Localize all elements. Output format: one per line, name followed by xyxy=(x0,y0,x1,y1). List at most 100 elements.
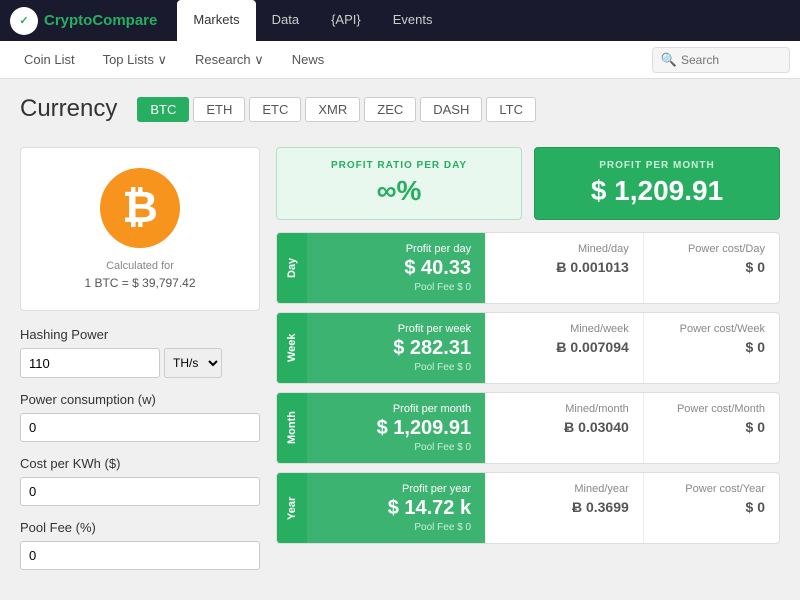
mined-value: Ƀ 0.001013 xyxy=(500,259,629,275)
power-cost-section: Power cost/Month $ 0 xyxy=(643,393,779,463)
profit-title: Profit per year xyxy=(321,483,471,495)
left-panel: ₿ Calculated for 1 BTC = $ 39,797.42 Has… xyxy=(20,147,260,584)
power-consumption-section: Power consumption (w) xyxy=(20,392,260,442)
profit-title: Profit per day xyxy=(321,243,471,255)
data-rows: Day Profit per day $ 40.33 Pool Fee $ 0 … xyxy=(276,232,780,544)
tab-btc[interactable]: BTC xyxy=(137,97,189,122)
nav-markets[interactable]: Markets xyxy=(177,0,255,41)
mined-section: Mined/week Ƀ 0.007094 xyxy=(485,313,643,383)
power-cost-label: Power cost/Year xyxy=(658,483,765,495)
period-label: Year xyxy=(277,473,307,543)
tab-zec[interactable]: ZEC xyxy=(364,97,416,122)
hashing-power-unit-select[interactable]: TH/s GH/s MH/s xyxy=(164,348,222,378)
tab-xmr[interactable]: XMR xyxy=(305,97,360,122)
hashing-power-section: Hashing Power TH/s GH/s MH/s xyxy=(20,327,260,378)
top-navigation: ✓ CryptoCompare Markets Data {API} Event… xyxy=(0,0,800,41)
currency-header: Currency BTC ETH ETC XMR ZEC DASH LTC xyxy=(0,79,800,131)
mined-label: Mined/week xyxy=(500,323,629,335)
cost-per-kwh-label: Cost per KWh ($) xyxy=(20,456,260,471)
profit-month-card: PROFIT PER MONTH $ 1,209.91 xyxy=(534,147,780,220)
mined-label: Mined/year xyxy=(500,483,629,495)
profit-main: Profit per day $ 40.33 Pool Fee $ 0 xyxy=(307,233,485,303)
table-row: Day Profit per day $ 40.33 Pool Fee $ 0 … xyxy=(276,232,780,304)
sub-nav-top-lists[interactable]: Top Lists ∨ xyxy=(89,41,181,79)
power-cost-value: $ 0 xyxy=(658,259,765,275)
power-cost-label: Power cost/Day xyxy=(658,243,765,255)
table-row: Year Profit per year $ 14.72 k Pool Fee … xyxy=(276,472,780,544)
tab-eth[interactable]: ETH xyxy=(193,97,245,122)
sub-navigation: Coin List Top Lists ∨ Research ∨ News 🔍 xyxy=(0,41,800,79)
profit-value: $ 14.72 k xyxy=(321,497,471,520)
cost-per-kwh-input[interactable] xyxy=(20,477,260,506)
table-row: Month Profit per month $ 1,209.91 Pool F… xyxy=(276,392,780,464)
power-consumption-label: Power consumption (w) xyxy=(20,392,260,407)
profit-value: $ 40.33 xyxy=(321,257,471,280)
main-content: ₿ Calculated for 1 BTC = $ 39,797.42 Has… xyxy=(0,131,800,600)
period-label: Day xyxy=(277,233,307,303)
profit-ratio-value: ∞% xyxy=(293,175,505,207)
search-icon: 🔍 xyxy=(661,52,677,68)
sub-nav-coin-list[interactable]: Coin List xyxy=(10,41,89,79)
calculated-for-label: Calculated for xyxy=(41,260,239,272)
profit-ratio-label: PROFIT RATIO PER DAY xyxy=(293,160,505,171)
mined-section: Mined/year Ƀ 0.3699 xyxy=(485,473,643,543)
logo-icon: ✓ xyxy=(10,7,38,35)
nav-api[interactable]: {API} xyxy=(315,0,377,41)
cost-per-kwh-section: Cost per KWh ($) xyxy=(20,456,260,506)
btc-price: 1 BTC = $ 39,797.42 xyxy=(41,276,239,290)
mined-label: Mined/day xyxy=(500,243,629,255)
pool-fee: Pool Fee $ 0 xyxy=(321,522,471,533)
table-row: Week Profit per week $ 282.31 Pool Fee $… xyxy=(276,312,780,384)
profit-value: $ 1,209.91 xyxy=(321,417,471,440)
logo-text: CryptoCompare xyxy=(44,12,157,29)
sub-nav-research[interactable]: Research ∨ xyxy=(181,41,278,79)
profit-title: Profit per week xyxy=(321,323,471,335)
pool-fee: Pool Fee $ 0 xyxy=(321,362,471,373)
search-box[interactable]: 🔍 xyxy=(652,47,790,73)
mined-label: Mined/month xyxy=(500,403,629,415)
profit-value: $ 282.31 xyxy=(321,337,471,360)
profit-month-label: PROFIT PER MONTH xyxy=(551,160,763,171)
logo[interactable]: ✓ CryptoCompare xyxy=(10,7,157,35)
mined-value: Ƀ 0.03040 xyxy=(500,419,629,435)
hashing-power-label: Hashing Power xyxy=(20,327,260,342)
mined-section: Mined/month Ƀ 0.03040 xyxy=(485,393,643,463)
power-cost-label: Power cost/Month xyxy=(658,403,765,415)
mined-value: Ƀ 0.3699 xyxy=(500,499,629,515)
tab-etc[interactable]: ETC xyxy=(249,97,301,122)
coin-card: ₿ Calculated for 1 BTC = $ 39,797.42 xyxy=(20,147,260,311)
sub-nav-news[interactable]: News xyxy=(278,41,339,79)
profit-main: Profit per month $ 1,209.91 Pool Fee $ 0 xyxy=(307,393,485,463)
nav-data[interactable]: Data xyxy=(256,0,315,41)
power-cost-value: $ 0 xyxy=(658,499,765,515)
power-cost-section: Power cost/Week $ 0 xyxy=(643,313,779,383)
power-cost-section: Power cost/Day $ 0 xyxy=(643,233,779,303)
nav-events[interactable]: Events xyxy=(377,0,449,41)
tab-ltc[interactable]: LTC xyxy=(486,97,536,122)
mined-value: Ƀ 0.007094 xyxy=(500,339,629,355)
page-title: Currency xyxy=(20,95,117,123)
power-cost-value: $ 0 xyxy=(658,419,765,435)
pool-fee: Pool Fee $ 0 xyxy=(321,282,471,293)
power-consumption-input[interactable] xyxy=(20,413,260,442)
profit-month-value: $ 1,209.91 xyxy=(551,175,763,207)
power-cost-section: Power cost/Year $ 0 xyxy=(643,473,779,543)
period-label: Month xyxy=(277,393,307,463)
hashing-power-input[interactable] xyxy=(20,348,160,378)
profit-main: Profit per week $ 282.31 Pool Fee $ 0 xyxy=(307,313,485,383)
right-panel: PROFIT RATIO PER DAY ∞% PROFIT PER MONTH… xyxy=(276,147,780,584)
pool-fee: Pool Fee $ 0 xyxy=(321,442,471,453)
profit-title: Profit per month xyxy=(321,403,471,415)
pool-fee-section: Pool Fee (%) xyxy=(20,520,260,570)
mined-section: Mined/day Ƀ 0.001013 xyxy=(485,233,643,303)
top-nav-links: Markets Data {API} Events xyxy=(177,0,448,41)
tab-dash[interactable]: DASH xyxy=(420,97,482,122)
search-input[interactable] xyxy=(681,53,781,67)
profit-summary: PROFIT RATIO PER DAY ∞% PROFIT PER MONTH… xyxy=(276,147,780,220)
bitcoin-icon: ₿ xyxy=(100,168,180,248)
period-label: Week xyxy=(277,313,307,383)
profit-ratio-card: PROFIT RATIO PER DAY ∞% xyxy=(276,147,522,220)
profit-main: Profit per year $ 14.72 k Pool Fee $ 0 xyxy=(307,473,485,543)
pool-fee-label: Pool Fee (%) xyxy=(20,520,260,535)
pool-fee-input[interactable] xyxy=(20,541,260,570)
